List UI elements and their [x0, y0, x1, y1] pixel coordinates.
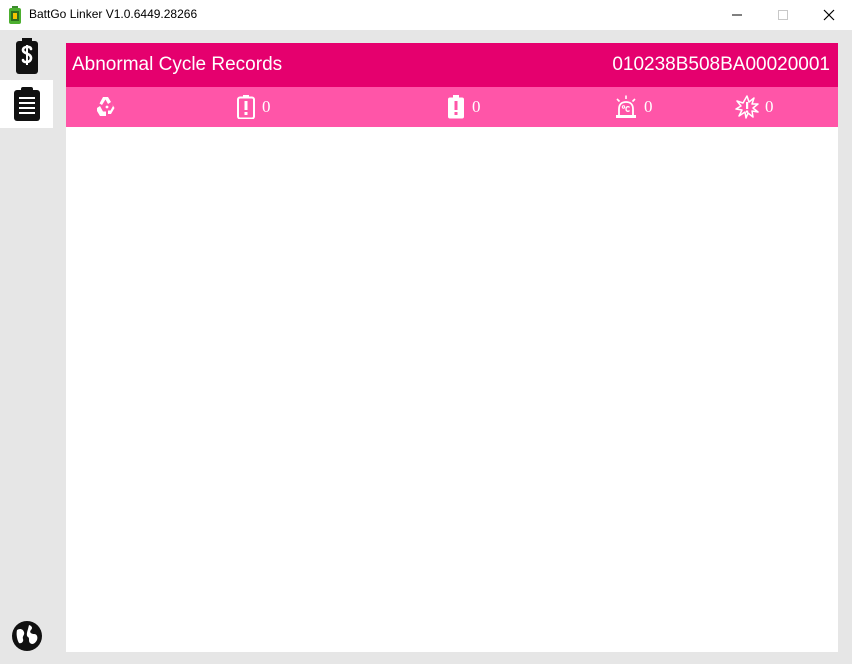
close-button[interactable] — [806, 0, 852, 30]
main-area: Abnormal Cycle Records 010238B508BA00020… — [53, 30, 852, 664]
records-list — [66, 127, 838, 652]
app-icon — [8, 6, 22, 24]
maximize-icon — [778, 10, 788, 20]
burst-warning-icon — [735, 95, 759, 119]
stat-cycles — [94, 87, 120, 127]
battery-warning-filled-icon — [448, 95, 464, 119]
sidebar-item-battery[interactable] — [0, 32, 53, 80]
records-panel: Abnormal Cycle Records 010238B508BA00020… — [66, 43, 838, 652]
globe-icon — [11, 621, 42, 651]
stat-battery-warning: 0 — [236, 87, 271, 127]
stat-battery-error: 0 — [446, 87, 481, 127]
minimize-icon — [732, 14, 742, 16]
records-header: Abnormal Cycle Records 010238B508BA00020… — [66, 43, 838, 87]
sidebar-item-globe[interactable] — [0, 612, 53, 660]
stats-bar: 0 0 0 0 — [66, 87, 838, 127]
close-icon — [823, 9, 835, 21]
stat-count: 0 — [644, 97, 653, 116]
stat-count: 0 — [765, 97, 774, 116]
minimize-button[interactable] — [714, 0, 760, 30]
clipboard-list-icon — [13, 87, 40, 121]
sidebar — [0, 30, 53, 664]
stat-count: 0 — [472, 97, 481, 116]
battery-s-icon — [15, 38, 38, 74]
battery-serial: 010238B508BA00020001 — [612, 54, 830, 75]
title-bar: BattGo Linker V1.0.6449.28266 — [0, 0, 852, 30]
maximize-button[interactable] — [760, 0, 806, 30]
page-title: Abnormal Cycle Records — [72, 54, 283, 75]
battery-warning-outline-icon — [237, 95, 255, 119]
stat-count: 0 — [262, 97, 271, 116]
stat-short-circuit: 0 — [735, 87, 774, 127]
temperature-alarm-icon — [616, 95, 636, 118]
sidebar-item-records[interactable] — [0, 80, 53, 128]
recycle-icon — [97, 97, 115, 116]
window-title: BattGo Linker V1.0.6449.28266 — [29, 7, 198, 21]
stat-temperature-alarm: 0 — [614, 87, 653, 127]
